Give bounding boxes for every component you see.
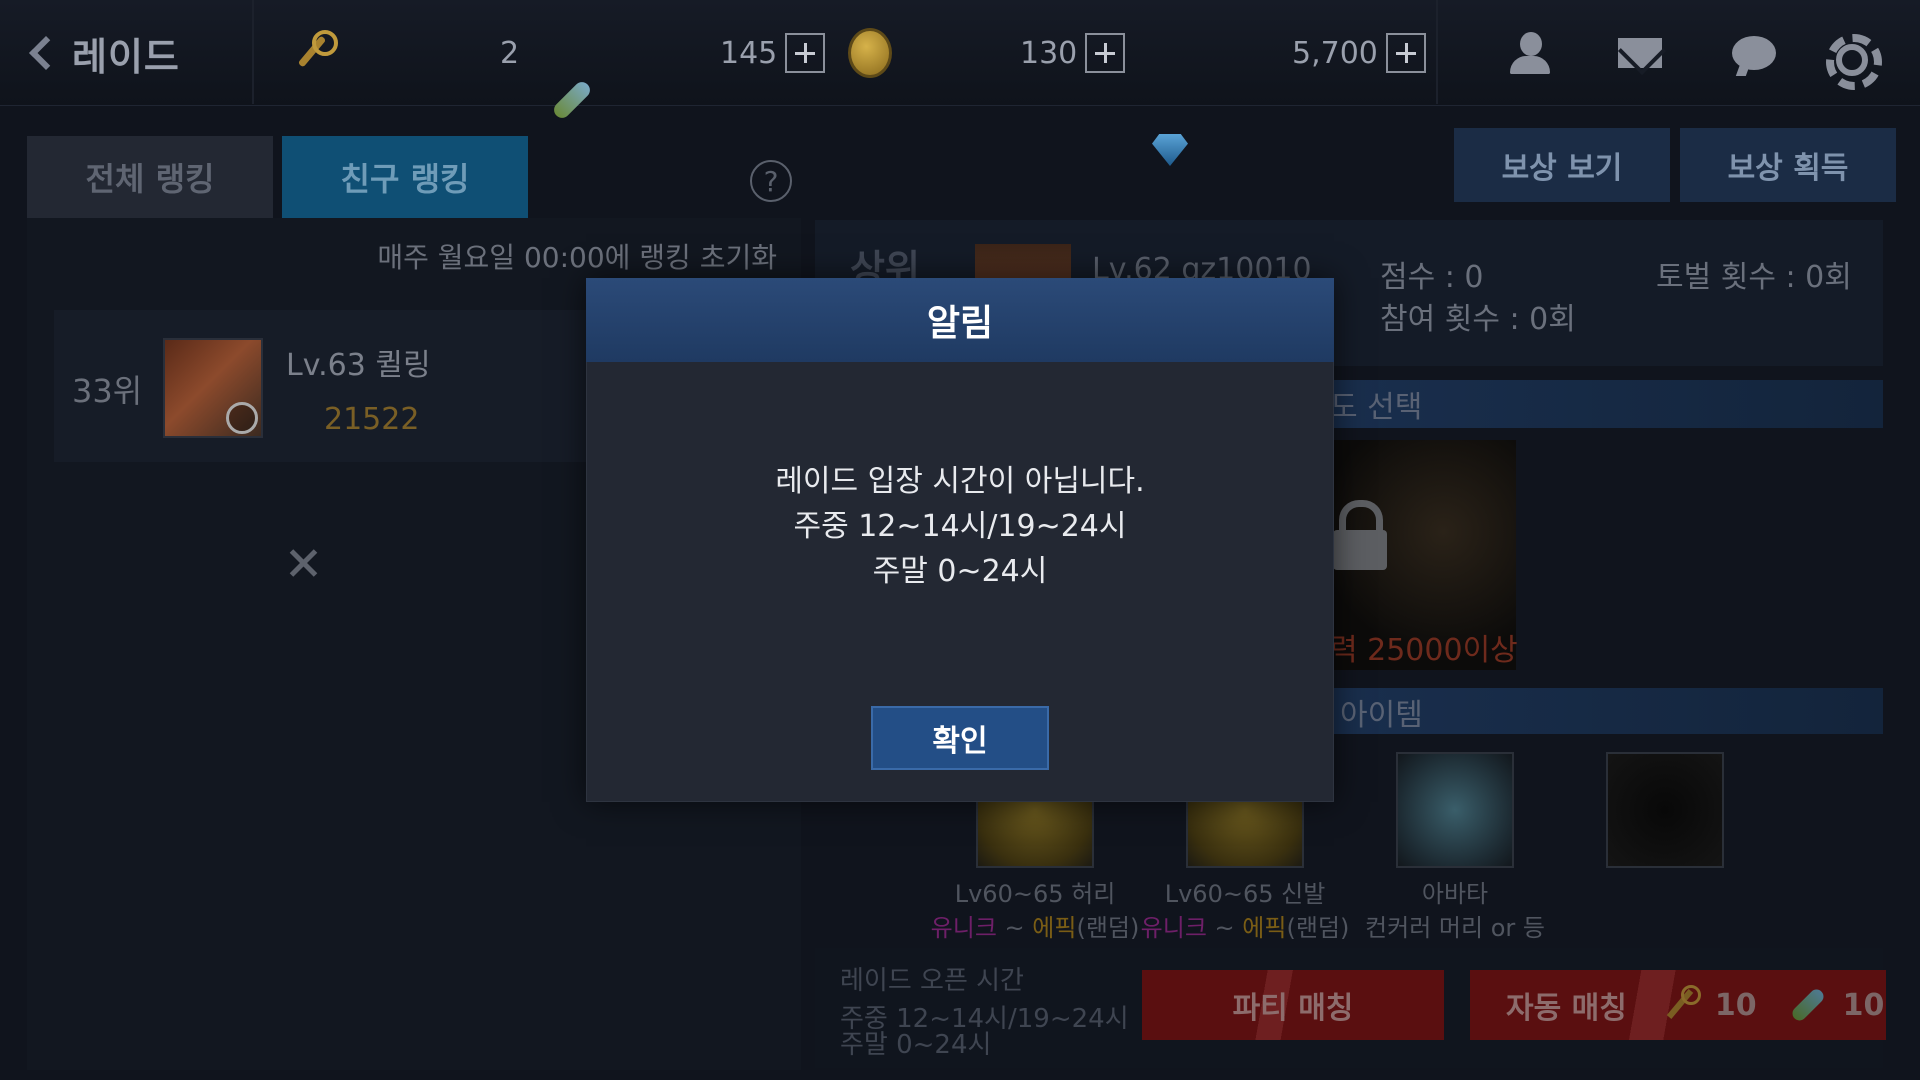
grade-suffix: (랜덤) bbox=[1286, 914, 1350, 942]
item-grade: 유니크 ~ 에픽(랜덤) bbox=[930, 908, 1140, 943]
item-name: Lv60~65 허리 bbox=[954, 880, 1116, 908]
lock-icon bbox=[1333, 500, 1387, 570]
mail-icon[interactable] bbox=[1616, 30, 1664, 78]
participation-text: 참여 횟수 : 0회 bbox=[1380, 302, 1576, 337]
open-time-weekend: 주말 0~24시 bbox=[840, 1030, 992, 1060]
item-name: 아바타 bbox=[1421, 880, 1489, 908]
gold-resource: 130 bbox=[1020, 24, 1126, 82]
gem-resource: 5,700 bbox=[1292, 24, 1426, 82]
grade-epic: 에픽 bbox=[1032, 914, 1077, 942]
add-gold-button[interactable] bbox=[1085, 33, 1126, 73]
crossed-swords-icon bbox=[286, 546, 320, 580]
auto-match-label: 자동 매칭 bbox=[1506, 991, 1627, 1026]
ticket-resource: 145 bbox=[720, 24, 826, 82]
difficulty-label: 도 선택 bbox=[1330, 390, 1423, 425]
score-text: 점수 : 0 bbox=[1380, 260, 1484, 295]
dialog-message-line: 주말 0~24시 bbox=[872, 554, 1048, 589]
item-slot-avatar[interactable] bbox=[1396, 752, 1514, 868]
item-slot-empty[interactable] bbox=[1606, 752, 1724, 868]
grade-unique: 유니크 bbox=[1140, 914, 1207, 942]
raid-screen: 레이드 2 145 130 5,700 전체 랭킹 친구 랭킹 ? 보상 보기 … bbox=[0, 0, 1920, 1080]
party-match-label: 파티 매칭 bbox=[1232, 991, 1354, 1026]
chat-icon[interactable] bbox=[1730, 30, 1778, 78]
view-reward-button[interactable]: 보상 보기 bbox=[1454, 128, 1670, 202]
confirm-button[interactable]: 확인 bbox=[871, 706, 1049, 770]
grade-suffix: (랜덤) bbox=[1076, 914, 1140, 942]
divider bbox=[252, 0, 254, 104]
gold-coin-icon bbox=[848, 28, 892, 78]
dialog-message-line: 주중 12~14시/19~24시 bbox=[793, 509, 1127, 544]
kill-count-text: 토벌 횟수 : 0회 bbox=[1656, 260, 1852, 295]
screen-title: 레이드 bbox=[72, 34, 180, 79]
back-button[interactable]: 레이드 bbox=[20, 22, 180, 84]
ticket-cost: 10 bbox=[1842, 987, 1885, 1023]
ticket-icon bbox=[546, 74, 596, 124]
add-ticket-button[interactable] bbox=[785, 33, 826, 73]
divider bbox=[1436, 0, 1438, 104]
item-label: 아이템 bbox=[1340, 698, 1423, 733]
gem-icon bbox=[1148, 128, 1192, 172]
player-level-name: Lv.63 퀼링 bbox=[286, 348, 431, 383]
chevron-left-icon bbox=[29, 36, 63, 70]
key-count: 2 bbox=[500, 35, 520, 71]
key-cost: 10 bbox=[1714, 987, 1757, 1023]
add-gem-button[interactable] bbox=[1385, 33, 1426, 73]
rank-number: 33위 bbox=[72, 372, 143, 410]
auto-match-button[interactable]: 자동 매칭 10 10 bbox=[1470, 970, 1886, 1040]
gem-count: 5,700 bbox=[1292, 35, 1378, 71]
zoom-icon[interactable] bbox=[226, 402, 258, 434]
item-name: Lv60~65 신발 bbox=[1164, 880, 1326, 908]
dialog-title: 알림 bbox=[586, 278, 1334, 362]
tab-all-ranking[interactable]: 전체 랭킹 bbox=[27, 136, 273, 218]
ticket-cost-icon bbox=[1787, 984, 1829, 1026]
gold-count: 130 bbox=[1020, 35, 1078, 71]
ticket-count: 145 bbox=[720, 35, 778, 71]
party-match-button[interactable]: 파티 매칭 bbox=[1142, 970, 1444, 1040]
settings-gear-icon[interactable] bbox=[1822, 30, 1882, 90]
boss-requirement: 력 25000이상 bbox=[1330, 633, 1518, 668]
dialog-message-line: 레이드 입장 시간이 아닙니다. bbox=[775, 464, 1145, 499]
item-grade: 유니크 ~ 에픽(랜덤) bbox=[1140, 908, 1350, 943]
grade-epic: 에픽 bbox=[1242, 914, 1287, 942]
ranking-reset-note: 매주 월요일 00:00에 랭킹 초기화 bbox=[377, 241, 777, 274]
grade-unique: 유니크 bbox=[930, 914, 997, 942]
combat-power: 21522 bbox=[324, 402, 420, 437]
open-time-label: 레이드 오픈 시간 bbox=[840, 966, 1024, 996]
item-grade: 컨커러 머리 or 등 bbox=[1365, 914, 1545, 942]
grade-sep: ~ bbox=[996, 914, 1033, 942]
key-cost-icon bbox=[1661, 985, 1701, 1025]
friend-icon[interactable] bbox=[1506, 30, 1554, 78]
help-icon[interactable]: ? bbox=[750, 160, 792, 202]
raid-key-icon bbox=[288, 28, 338, 76]
grade-sep: ~ bbox=[1206, 914, 1243, 942]
tab-friend-ranking[interactable]: 친구 랭킹 bbox=[282, 136, 528, 218]
get-reward-button[interactable]: 보상 획득 bbox=[1680, 128, 1896, 202]
